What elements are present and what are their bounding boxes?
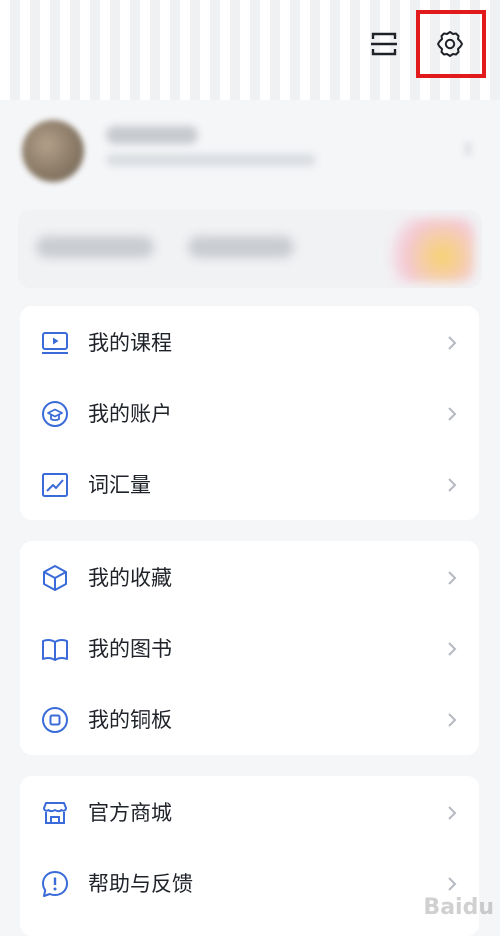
scan-icon <box>371 32 397 56</box>
menu-item-label: 我的收藏 <box>88 566 172 590</box>
menu-item-label: 官方商城 <box>88 801 172 825</box>
menu-item-label: 帮助与反馈 <box>88 872 193 896</box>
help-feedback-icon <box>40 869 70 899</box>
menu-item-label: 我的课程 <box>88 331 172 355</box>
username-blurred <box>106 126 198 144</box>
menu-card-learning: 我的课程 我的账户 词汇量 <box>20 306 479 520</box>
book-icon <box>40 634 70 664</box>
chevron-right-icon <box>445 474 459 496</box>
collection-cube-icon <box>40 563 70 593</box>
menu-item-label: 我的图书 <box>88 637 172 661</box>
chevron-right-icon <box>445 873 459 895</box>
account-cap-icon <box>40 399 70 429</box>
chevron-right-icon <box>445 332 459 354</box>
avatar[interactable] <box>22 120 84 182</box>
menu-item-my-account[interactable]: 我的账户 <box>20 377 479 449</box>
coin-icon <box>40 705 70 735</box>
menu-item-my-books[interactable]: 我的图书 <box>20 612 479 684</box>
menu-item-vocabulary[interactable]: 词汇量 <box>20 448 479 520</box>
vocabulary-chart-icon <box>40 470 70 500</box>
stat-blurred-2 <box>188 236 294 258</box>
top-bar <box>0 0 500 100</box>
chevron-right-icon <box>445 403 459 425</box>
stat-blurred-1 <box>36 236 154 258</box>
gear-icon <box>437 31 463 57</box>
menu-item-label: 我的铜板 <box>88 708 172 732</box>
watermark: Baidu <box>423 895 494 920</box>
promo-badge-blurred[interactable] <box>384 218 474 282</box>
profile-chevron-icon <box>464 142 472 156</box>
chevron-right-icon <box>445 638 459 660</box>
menu-card-collections: 我的收藏 我的图书 我的铜板 <box>20 541 479 755</box>
menu-item-label: 我的账户 <box>88 402 172 426</box>
settings-button[interactable] <box>428 22 472 66</box>
course-play-icon <box>40 328 70 358</box>
user-subtitle-blurred <box>106 154 316 166</box>
menu-item-my-courses[interactable]: 我的课程 <box>20 306 479 378</box>
menu-item-my-favorites[interactable]: 我的收藏 <box>20 541 479 613</box>
menu-item-my-coins[interactable]: 我的铜板 <box>20 683 479 755</box>
menu-item-label: 词汇量 <box>88 473 151 497</box>
chevron-right-icon <box>445 802 459 824</box>
menu-item-official-store[interactable]: 官方商城 <box>20 776 479 848</box>
chevron-right-icon <box>445 567 459 589</box>
menu-item-help-feedback[interactable]: 帮助与反馈 <box>20 847 479 919</box>
profile-header[interactable] <box>18 112 482 192</box>
chevron-right-icon <box>445 709 459 731</box>
scan-button[interactable] <box>362 22 406 66</box>
menu-card-service: 官方商城 帮助与反馈 <box>20 776 479 936</box>
store-icon <box>40 798 70 828</box>
stats-card[interactable] <box>18 210 482 288</box>
